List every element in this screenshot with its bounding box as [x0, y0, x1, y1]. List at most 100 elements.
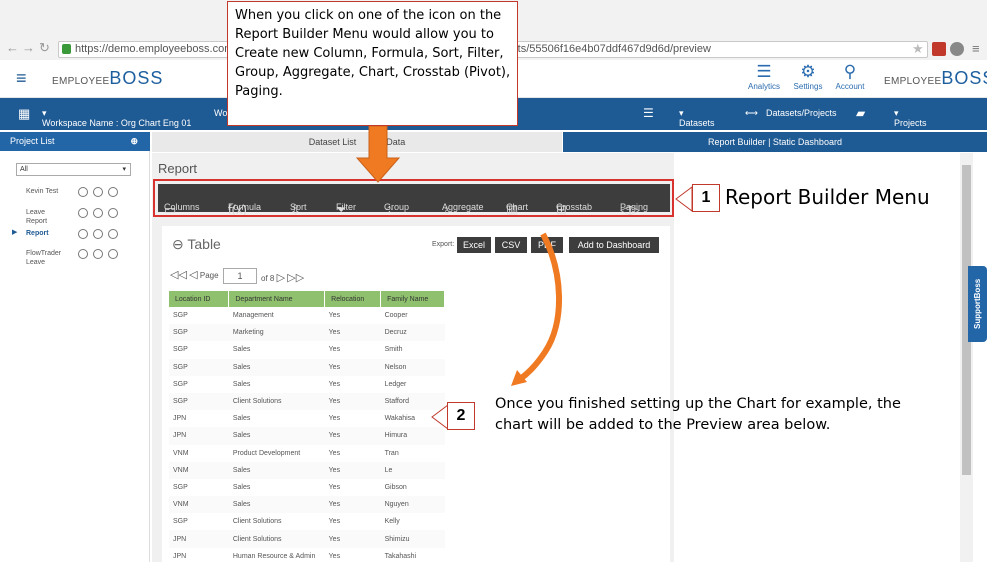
support-button[interactable]: SupportBoss — [968, 266, 987, 342]
url-text-suffix: rts/55506f16e4b07ddf467d9d6d/preview — [514, 43, 711, 55]
table-title: ⊖ Table — [172, 236, 221, 252]
project-filter-select[interactable]: All ▾ — [16, 163, 131, 176]
table-row: SGP Client Solutions Yes Kelly — [169, 513, 445, 530]
curved-arrow — [511, 232, 562, 386]
next-page-icon[interactable]: ▷ — [277, 272, 285, 284]
user-icon — [78, 208, 88, 218]
table-cell: Cooper — [384, 312, 408, 320]
table-row: SGP Sales Yes Smith — [169, 341, 445, 358]
table-cell: Client Solutions — [228, 392, 325, 411]
table-cell: SGP — [173, 312, 188, 320]
column-header[interactable]: Department Name — [228, 291, 326, 307]
table-cell: Yes — [328, 380, 341, 388]
column-header[interactable]: Relocation — [324, 291, 382, 307]
analytics-button[interactable]: ☰ Analytics — [744, 62, 784, 91]
table-cell: Kelly — [384, 518, 400, 526]
account-icon: ⚲ — [843, 62, 857, 81]
lock-icon — [62, 44, 71, 54]
share-icon — [93, 249, 103, 259]
project-actions[interactable] — [78, 208, 126, 220]
highlight-box — [153, 179, 674, 217]
table-row: SGP Sales Yes Nelson — [169, 358, 445, 376]
table-row: SGP Sales Yes Ledger — [169, 376, 445, 393]
table-row: JPN Sales Yes Wakahisa — [169, 410, 445, 427]
table-cell: Yes — [328, 312, 341, 320]
workspace-dropdown[interactable]: Workspace Name : Org Chart Eng 01 ▾ — [42, 108, 191, 128]
add-project-icon[interactable]: ⊕ — [130, 132, 138, 151]
star-icon[interactable]: ★ — [912, 41, 924, 57]
table-cell: Yes — [324, 324, 381, 342]
sidebar — [0, 151, 150, 562]
table-cell: Marketing — [228, 324, 325, 342]
column-header[interactable]: Family Name — [380, 291, 445, 307]
projects-menu[interactable]: Projects ▾ — [894, 108, 927, 128]
callout-arrow-1 — [675, 186, 693, 212]
grid-icon[interactable]: ▦ — [18, 106, 30, 122]
table-cell: JPN — [169, 530, 229, 548]
table-cell: Sales — [232, 346, 251, 354]
table-cell: Gibson — [384, 483, 407, 491]
prev-page-icon[interactable]: ◁ — [189, 269, 197, 281]
sidebar-item-flowtrader-leave[interactable]: FlowTrader Leave — [26, 249, 61, 267]
table-row: SGP Marketing Yes Decruz — [169, 324, 445, 342]
menu-icon[interactable]: ≡ — [972, 41, 980, 56]
nav-item-wo[interactable]: Wo — [214, 108, 227, 118]
table-cell: Yes — [324, 427, 381, 445]
table-cell: SGP — [173, 380, 188, 388]
add-to-dashboard-button[interactable]: Add to Dashboard — [569, 237, 659, 253]
user-icon — [78, 187, 88, 197]
extension-icon-2[interactable] — [950, 42, 964, 56]
first-page-icon[interactable]: ◁◁ — [170, 269, 187, 281]
arrows-icon: ⟷ — [745, 108, 758, 118]
export-excel-button[interactable]: Excel — [457, 237, 491, 253]
active-indicator-icon: ▶ — [12, 229, 18, 236]
sidebar-item-leave-report[interactable]: Leave Report — [26, 208, 47, 226]
project-actions[interactable] — [78, 229, 126, 241]
datasets-menu[interactable]: Datasets ▾ — [679, 108, 715, 128]
table-row: VNM Sales Yes Le — [169, 461, 445, 479]
table-cell: Yes — [328, 415, 341, 423]
share-icon — [93, 208, 103, 218]
back-icon[interactable]: ← — [6, 40, 19, 55]
table-row: JPN Human Resource & Admin Yes Takahashi — [169, 548, 445, 565]
table-cell: SGP — [173, 518, 188, 526]
sidebar-item-report[interactable]: Report — [26, 229, 49, 238]
account-button[interactable]: ⚲ Account — [830, 62, 870, 91]
sidebar-item-kevin-test[interactable]: Kevin Test — [26, 187, 58, 196]
table-cell: SGP — [169, 324, 229, 342]
table-cell: SGP — [169, 392, 229, 411]
tab-report-builder[interactable]: Report Builder | Static Dashboard — [563, 132, 987, 152]
instruction-callout: When you click on one of the icon on the… — [227, 1, 518, 126]
page-count: of 8 ▷ ▷▷ — [261, 272, 305, 284]
table-cell: SGP — [173, 346, 188, 354]
annotation-number-2: 2 — [447, 402, 475, 430]
table-cell: Yes — [324, 461, 381, 479]
table-cell: Sales — [232, 380, 251, 388]
table-cell: Sales — [232, 415, 251, 423]
annotation-number-1: 1 — [692, 184, 720, 212]
analytics-icon: ☰ — [756, 62, 772, 81]
table-cell: Ledger — [384, 380, 407, 388]
project-actions[interactable] — [78, 249, 126, 261]
project-actions[interactable] — [78, 187, 126, 199]
datasets-projects-link[interactable]: Datasets/Projects — [766, 108, 837, 118]
settings-icon: ⚙ — [800, 62, 816, 81]
table-cell: Le — [380, 461, 445, 479]
forward-icon[interactable]: → — [22, 40, 35, 55]
table-cell: JPN — [173, 415, 187, 423]
extension-icon[interactable] — [932, 42, 946, 56]
table-cell: Yes — [324, 392, 381, 411]
table-cell: SGP — [173, 483, 188, 491]
table-cell: Yes — [328, 552, 341, 560]
reload-icon[interactable]: ↻ — [39, 40, 50, 56]
annotation-text-2: Once you finished setting up the Chart f… — [495, 396, 901, 433]
table-cell: Yes — [324, 358, 381, 376]
settings-button[interactable]: ⚙ Settings — [788, 62, 828, 91]
column-header[interactable]: Location ID — [169, 291, 230, 307]
page-input[interactable]: 1 — [223, 268, 257, 284]
hamburger-icon[interactable]: ≡ — [16, 68, 27, 89]
collapse-icon[interactable]: ⊖ — [172, 236, 184, 252]
table-cell: Decruz — [380, 324, 445, 342]
table-cell: VNM — [169, 496, 229, 514]
last-page-icon[interactable]: ▷▷ — [287, 272, 304, 284]
